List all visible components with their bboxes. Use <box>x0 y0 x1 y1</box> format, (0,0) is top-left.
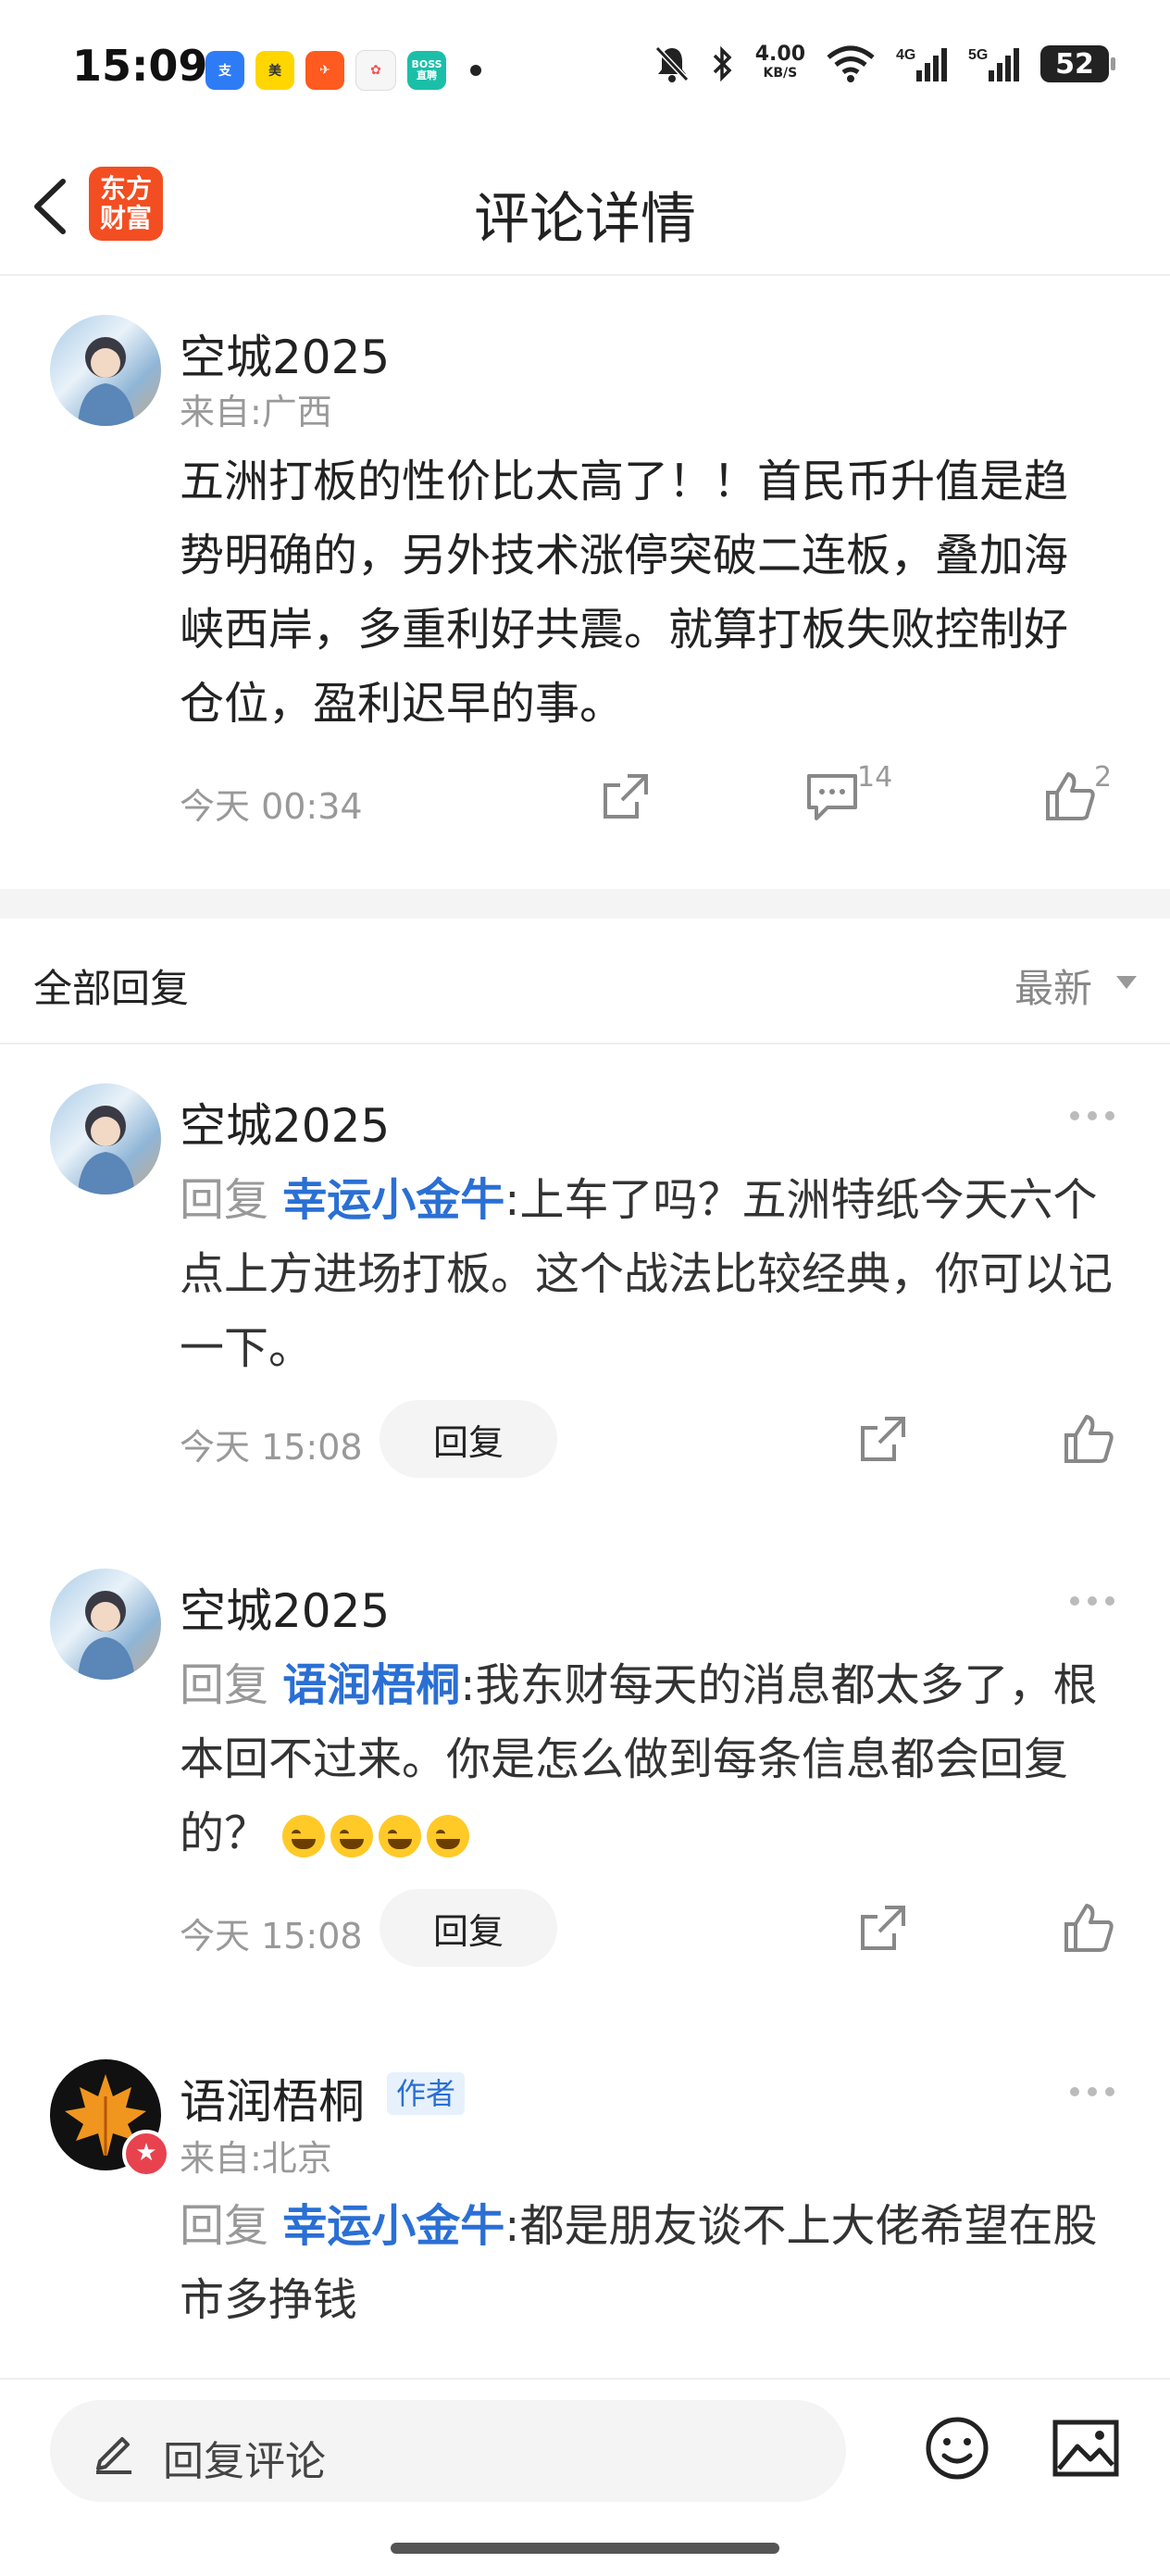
wifi-icon <box>827 45 875 82</box>
emoji-icon[interactable] <box>924 2415 990 2482</box>
reply-time: 今天 15:08 <box>180 1427 363 1468</box>
avatar[interactable] <box>50 1083 161 1194</box>
verified-star-icon: ★ <box>122 2130 170 2178</box>
flash-icon: ✈ <box>305 51 344 90</box>
post-time: 今天 00:34 <box>180 786 363 827</box>
reply-time: 今天 15:08 <box>180 1916 363 1957</box>
reply-location: 来自:北京 <box>180 2138 332 2179</box>
caret-down-icon[interactable] <box>1116 976 1137 989</box>
reply-target-user[interactable]: 幸运小金牛 <box>282 1174 504 1226</box>
comment-icon[interactable] <box>805 772 859 822</box>
reply-input-placeholder: 回复评论 <box>163 2438 326 2485</box>
net-speed: 4.00 KB/S <box>754 43 805 81</box>
reply-target-user[interactable]: 语润梧桐 <box>282 1659 460 1711</box>
laugh-cry-emoji-icon <box>330 1815 374 1857</box>
pencil-icon <box>96 2437 131 2474</box>
status-bar: 15:09 支 美 ✈ ✿ BOSS 直聘 4.00 KB/S 4G 5G 52 <box>0 0 1170 139</box>
status-time: 15:09 <box>72 41 208 91</box>
like-icon[interactable] <box>1063 1413 1114 1465</box>
bottom-input-bar: 回复评论 <box>0 2378 1170 2576</box>
laugh-cry-emoji-icon <box>379 1815 422 1857</box>
like-count: 2 <box>1094 761 1113 794</box>
share-icon[interactable] <box>600 770 652 822</box>
laugh-cry-emoji-icon <box>427 1815 470 1857</box>
avatar-person-icon <box>78 1591 135 1680</box>
replies-header: 全部回复 最新 <box>0 919 1170 1044</box>
more-options-icon[interactable] <box>1070 1111 1114 1120</box>
image-icon[interactable] <box>1052 2417 1120 2480</box>
more-options-icon[interactable] <box>1070 2087 1114 2096</box>
meituan-icon: 美 <box>255 51 294 90</box>
reply-button[interactable]: 回复 <box>380 1889 557 1967</box>
svg-text:5G: 5G <box>968 47 988 63</box>
reply-content: 回复 幸运小金牛:都是朋友谈不上大佬希望在股市多挣钱 <box>180 2200 1098 2326</box>
like-icon[interactable] <box>1063 1902 1114 1954</box>
reply-username[interactable]: 空城2025 <box>180 1574 390 1641</box>
bluetooth-icon <box>713 45 732 82</box>
battery-indicator: 52 <box>1040 45 1115 82</box>
comment-count: 14 <box>857 761 893 794</box>
reply-content: 回复 幸运小金牛:上车了吗？五洲特纸今天六个点上方进场打板。这个战法比较经典，你… <box>180 1174 1114 1374</box>
signal-4g-icon: 4G <box>896 47 947 81</box>
section-divider <box>0 889 1170 919</box>
notification-app-icons: 支 美 ✈ ✿ BOSS 直聘 <box>205 50 481 91</box>
mute-bell-icon <box>654 45 689 82</box>
avatar-person-icon <box>78 1106 135 1194</box>
post-username[interactable]: 空城2025 <box>180 320 390 387</box>
home-indicator[interactable] <box>391 2543 779 2554</box>
post-content: 五洲打板的性价比太高了！！首民币升值是趋势明确的，另外技术涨停突破二连板，叠加海… <box>180 456 1069 730</box>
more-notifications-dot <box>470 65 481 76</box>
avatar[interactable] <box>50 1569 161 1680</box>
author-badge: 作者 <box>387 2072 466 2115</box>
page-title: 评论详情 <box>474 187 696 252</box>
boss-icon: BOSS 直聘 <box>407 51 446 90</box>
avatar[interactable] <box>50 315 161 426</box>
photos-icon: ✿ <box>355 50 396 91</box>
reply-target-user[interactable]: 幸运小金牛 <box>282 2200 504 2252</box>
all-replies-title: 全部回复 <box>33 966 190 1011</box>
reply-username[interactable]: 空城2025 <box>180 1089 390 1156</box>
laugh-cry-emoji-icon <box>282 1815 326 1857</box>
reply-comment-input[interactable]: 回复评论 <box>50 2400 846 2502</box>
alipay-icon: 支 <box>205 51 244 90</box>
post-location: 来自:广西 <box>180 392 332 432</box>
reply-content: 回复 语润梧桐:我东财每天的消息都太多了，根本回不过来。你是怎么做到每条信息都会… <box>180 1659 1098 1859</box>
reply-username[interactable]: 语润梧桐 <box>180 2065 365 2132</box>
system-icons: 4.00 KB/S 4G 5G 52 <box>653 43 1115 83</box>
share-icon[interactable] <box>857 1902 909 1954</box>
svg-text:4G: 4G <box>896 47 915 63</box>
avatar-person-icon <box>78 337 135 426</box>
like-icon[interactable] <box>1044 770 1096 822</box>
nav-header: 东方财富 评论详情 <box>0 139 1170 276</box>
signal-5g-icon: 5G <box>968 47 1019 81</box>
reply-button[interactable]: 回复 <box>380 1400 557 1478</box>
share-icon[interactable] <box>857 1413 909 1465</box>
more-options-icon[interactable] <box>1070 1596 1114 1606</box>
sort-dropdown[interactable]: 最新 <box>1014 957 1092 1014</box>
